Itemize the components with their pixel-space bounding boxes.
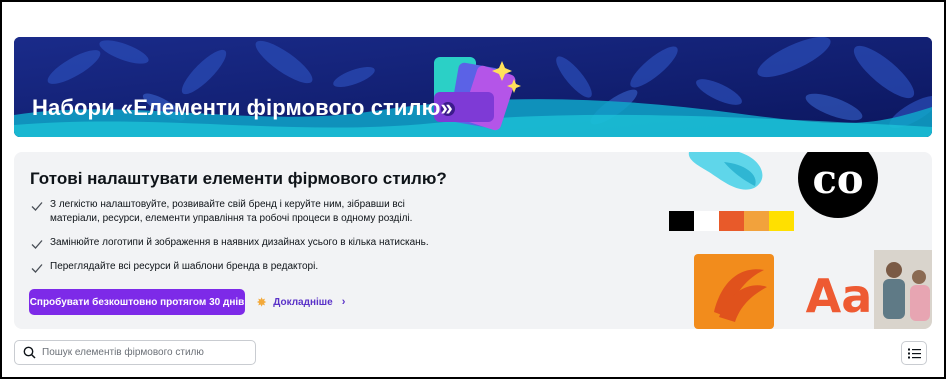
check-icon xyxy=(31,240,43,249)
search-icon xyxy=(23,346,36,359)
brand-kit-promo-card: Готові налаштувати елементи фірмового ст… xyxy=(14,152,932,329)
palette-swatch xyxy=(719,211,744,231)
font-sample: Aa xyxy=(806,269,873,323)
list-view-toggle-button[interactable] xyxy=(901,341,927,365)
brand-assets-illustration: co Aa xyxy=(669,152,932,329)
learn-more-label: Докладніше xyxy=(273,296,333,308)
feature-text: Замінюйте логотипи й зображення в наявни… xyxy=(50,237,429,248)
brand-kit-banner: Набори «Елементи фірмового стилю» xyxy=(14,37,932,137)
color-palette xyxy=(669,211,794,231)
banner-background xyxy=(14,37,932,137)
sparkle-icon: ✸ xyxy=(257,296,267,309)
check-icon xyxy=(31,264,43,273)
feature-item: Замінюйте логотипи й зображення в наявни… xyxy=(30,236,450,251)
chevron-right-icon: › xyxy=(341,296,346,308)
learn-more-link[interactable]: ✸ Докладніше › xyxy=(257,289,345,315)
palette-swatch xyxy=(769,211,794,231)
co-logo-text: co xyxy=(812,156,863,203)
check-icon xyxy=(31,202,43,211)
search-input[interactable] xyxy=(42,347,242,358)
brand-search-bar[interactable] xyxy=(14,340,256,365)
palette-swatch xyxy=(669,211,694,231)
palette-swatch xyxy=(744,211,769,231)
feature-text: Переглядайте всі ресурси й шаблони бренд… xyxy=(50,261,319,272)
banner-title: Набори «Елементи фірмового стилю» xyxy=(32,95,453,120)
try-free-button[interactable]: Спробувати безкоштовно протягом 30 днів xyxy=(29,289,245,315)
palette-swatch xyxy=(694,211,719,231)
promo-title: Готові налаштувати елементи фірмового ст… xyxy=(30,169,447,188)
feature-text: З легкістю налаштовуйте, розвивайте свій… xyxy=(50,199,413,224)
feature-item: З легкістю налаштовуйте, розвивайте свій… xyxy=(30,198,450,226)
feature-item: Переглядайте всі ресурси й шаблони бренд… xyxy=(30,260,450,275)
list-view-icon xyxy=(907,348,921,358)
